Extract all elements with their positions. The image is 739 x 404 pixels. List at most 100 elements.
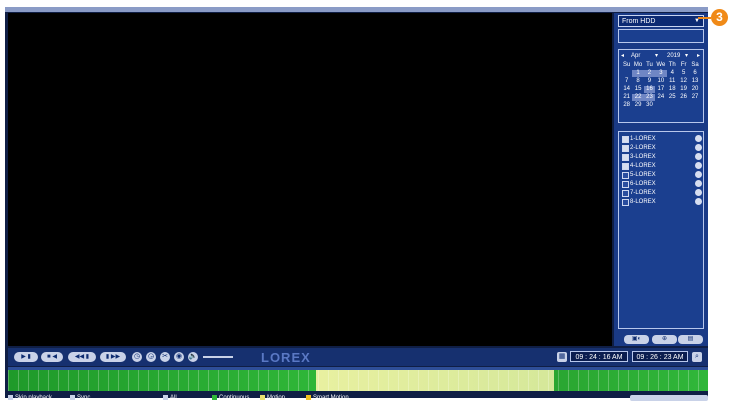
snapshot-icon[interactable]: ◉ xyxy=(174,352,184,362)
calendar-day[interactable]: 5 xyxy=(678,70,689,77)
calendar-day[interactable]: 24 xyxy=(655,94,666,101)
video-display[interactable] xyxy=(8,13,612,346)
channel-checkbox[interactable] xyxy=(622,190,629,197)
split-view-button[interactable]: ▣◐ xyxy=(624,335,649,344)
zoom-button[interactable]: ⊕ xyxy=(652,335,677,344)
calendar-day[interactable]: 13 xyxy=(689,78,700,85)
motion-option[interactable]: Motion xyxy=(260,392,285,404)
weekday-header: Sa xyxy=(691,62,699,68)
channel-status-icon[interactable] xyxy=(695,153,702,160)
calendar-day[interactable]: 19 xyxy=(678,86,689,93)
calendar-day[interactable]: 10 xyxy=(655,78,666,85)
channel-checkbox[interactable] xyxy=(622,136,629,143)
all-option[interactable]: All xyxy=(163,392,177,404)
channel-checkbox[interactable] xyxy=(622,145,629,152)
calendar-day[interactable]: 3 xyxy=(655,70,667,77)
smart-motion-option[interactable]: Smart Motion xyxy=(306,392,349,404)
calendar-day[interactable]: 25 xyxy=(667,94,678,101)
continuous-option[interactable]: Continuous xyxy=(212,392,249,404)
channel-checkbox[interactable] xyxy=(622,181,629,188)
calendar-day[interactable]: 7 xyxy=(621,78,632,85)
playback-window: From HDD ▼ ◂ Apr ▾ 2019 ▾ ▸ Su Mo Tu We Th Fr… xyxy=(5,7,708,401)
fast-icon[interactable]: ◶ xyxy=(146,352,156,362)
channel-status-icon[interactable] xyxy=(695,162,702,169)
calendar-year[interactable]: 2019 xyxy=(667,52,680,61)
volume-icon[interactable]: 🔈 xyxy=(188,352,198,362)
channel-status-icon[interactable] xyxy=(695,198,702,205)
calendar-month[interactable]: Apr xyxy=(631,52,640,61)
channel-item[interactable]: 2-LOREX xyxy=(622,144,702,152)
source-select-value: From HDD xyxy=(622,18,656,25)
calendar-day[interactable]: 9 xyxy=(644,78,655,85)
volume-slider[interactable] xyxy=(203,356,233,358)
channel-status-icon[interactable] xyxy=(695,189,702,196)
channel-item[interactable]: 6-LOREX xyxy=(622,180,702,188)
calendar-day[interactable]: 21 xyxy=(621,94,632,101)
callout-line xyxy=(698,17,711,19)
timeline[interactable] xyxy=(8,367,708,391)
channel-item[interactable]: 4-LOREX xyxy=(622,162,702,170)
calendar-day[interactable]: 29 xyxy=(632,102,643,109)
time-search-icon[interactable]: ▦ xyxy=(557,352,567,362)
calendar-day[interactable]: 27 xyxy=(689,94,700,101)
calendar-day[interactable]: 2 xyxy=(643,70,656,77)
continuous-label: Continuous xyxy=(219,395,250,401)
channel-status-icon[interactable] xyxy=(695,144,702,151)
channel-status-icon[interactable] xyxy=(695,171,702,178)
prev-month-icon[interactable]: ◂ xyxy=(621,52,624,61)
calendar-day[interactable]: 16 xyxy=(643,86,656,93)
channel-item[interactable]: 7-LOREX xyxy=(622,189,702,197)
start-time-field[interactable]: 09 : 24 : 16 AM xyxy=(570,351,628,362)
source-select[interactable]: From HDD ▼ xyxy=(618,15,704,27)
play-button[interactable]: ▶ ▮ xyxy=(14,352,38,362)
clip-icon[interactable]: ✂ xyxy=(160,352,170,362)
channel-status-icon[interactable] xyxy=(695,135,702,142)
calendar-day[interactable]: 12 xyxy=(678,78,689,85)
calendar-day[interactable]: 1 xyxy=(632,70,644,77)
calendar-day[interactable]: 15 xyxy=(632,86,643,93)
channel-item[interactable]: 1-LOREX xyxy=(622,135,702,143)
list-button[interactable]: ▤ xyxy=(678,335,703,344)
month-dropdown-icon[interactable]: ▾ xyxy=(655,52,658,61)
calendar-day[interactable]: 17 xyxy=(655,86,666,93)
calendar-day[interactable]: 4 xyxy=(667,70,678,77)
checkbox-icon xyxy=(8,394,13,400)
channel-item[interactable]: 3-LOREX xyxy=(622,153,702,161)
channel-checkbox[interactable] xyxy=(622,199,629,206)
channel-checkbox[interactable] xyxy=(622,154,629,161)
timeline-zoom-buttons[interactable] xyxy=(630,395,708,401)
calendar-day[interactable]: 30 xyxy=(644,102,655,109)
channel-item[interactable]: 5-LOREX xyxy=(622,171,702,179)
calendar-day[interactable]: 14 xyxy=(621,86,632,93)
playback-controls: ▶ ▮ ■ ◀ ◀◀ ▮ ▮ ▶▶ ◷ ◶ ✂ ◉ 🔈 LOREX ▦ 09 :… xyxy=(8,348,708,366)
search-button[interactable]: ⌕ xyxy=(692,352,702,362)
step-back-button[interactable]: ◀◀ ▮ xyxy=(68,352,96,362)
calendar-day[interactable]: 8 xyxy=(632,78,643,85)
year-dropdown-icon[interactable]: ▾ xyxy=(685,52,688,61)
step-forward-button[interactable]: ▮ ▶▶ xyxy=(100,352,126,362)
channel-checkbox[interactable] xyxy=(622,163,629,170)
motion-swatch xyxy=(260,394,265,400)
calendar-day[interactable]: 6 xyxy=(689,70,700,77)
calendar-day[interactable]: 26 xyxy=(678,94,689,101)
calendar-day[interactable]: 23 xyxy=(643,94,656,101)
channel-label: 2-LOREX xyxy=(630,145,656,151)
channel-label: 4-LOREX xyxy=(630,163,656,169)
channel-status-icon[interactable] xyxy=(695,180,702,187)
channel-checkbox[interactable] xyxy=(622,172,629,179)
calendar-day[interactable]: 22 xyxy=(632,94,644,101)
channel-item[interactable]: 8-LOREX xyxy=(622,198,702,206)
skip-playback-option[interactable]: Skip playback xyxy=(8,392,52,404)
channel-label: 3-LOREX xyxy=(630,154,656,160)
calendar-day[interactable]: 18 xyxy=(667,86,678,93)
slow-icon[interactable]: ◷ xyxy=(132,352,142,362)
stop-button[interactable]: ■ ◀ xyxy=(41,352,63,362)
sync-option[interactable]: Sync xyxy=(70,392,90,404)
calendar-day[interactable]: 11 xyxy=(667,78,678,85)
calendar-day[interactable]: 20 xyxy=(689,86,700,93)
sidebar: From HDD ▼ ◂ Apr ▾ 2019 ▾ ▸ Su Mo Tu We Th Fr… xyxy=(614,13,708,346)
next-month-icon[interactable]: ▸ xyxy=(697,52,700,61)
calendar-day[interactable]: 28 xyxy=(621,102,632,109)
end-time-field[interactable]: 09 : 26 : 23 AM xyxy=(632,351,688,362)
timeline-track[interactable] xyxy=(8,370,708,391)
